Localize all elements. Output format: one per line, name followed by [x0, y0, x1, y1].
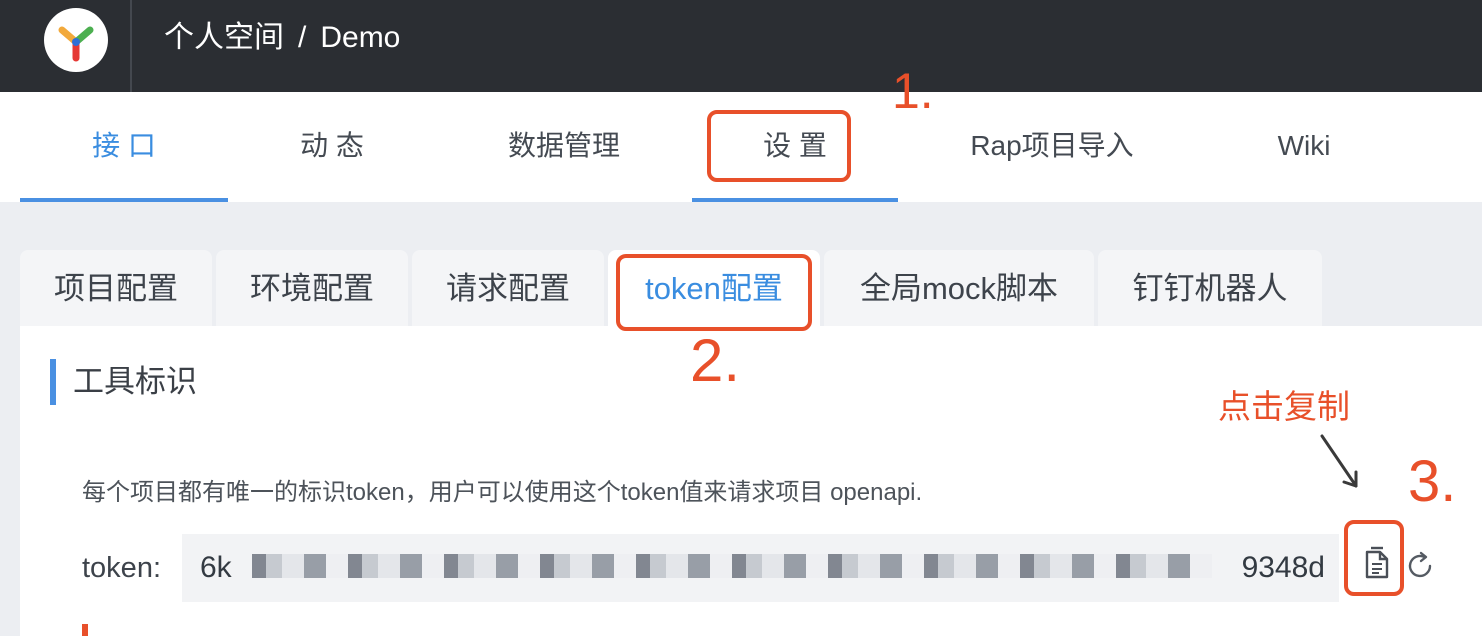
- token-value-start: 6k: [200, 551, 232, 584]
- section-title: 工具标识: [73, 364, 197, 399]
- tab-data-management[interactable]: 数据管理: [460, 92, 668, 202]
- token-description: 每个项目都有唯一的标识token，用户可以使用这个token值来请求项目 ope…: [82, 479, 923, 506]
- annotation-step-1: 1.: [892, 63, 934, 119]
- tab-interface[interactable]: 接 口: [20, 92, 228, 202]
- annotation-box-settings: [707, 110, 851, 182]
- annotation-arrow: [1320, 434, 1358, 488]
- token-value-field[interactable]: 6k 9348d: [182, 534, 1339, 602]
- annotation-step-2: 2.: [690, 327, 741, 394]
- app-logo[interactable]: [44, 8, 108, 72]
- annotation-copy-hint: 点击复制: [1218, 388, 1350, 425]
- annotation-step-3: 3.: [1408, 449, 1457, 514]
- token-value-end: 9348d: [1241, 551, 1325, 584]
- breadcrumb-personal-space[interactable]: 个人空间: [164, 21, 284, 54]
- logo-y-icon: [58, 26, 94, 62]
- annotation-box-copy: [1344, 520, 1404, 596]
- section-accent-bar: [50, 359, 56, 405]
- tab-wiki[interactable]: Wiki: [1200, 92, 1408, 202]
- annotation-mark: [82, 624, 88, 636]
- refresh-icon[interactable]: [1404, 550, 1436, 582]
- subtab-env-config[interactable]: 环境配置: [216, 250, 408, 326]
- settings-tab-underline: [692, 198, 898, 202]
- subtab-project-config[interactable]: 项目配置: [20, 250, 212, 326]
- breadcrumb: 个人空间 / Demo: [164, 18, 400, 58]
- tab-rap-import[interactable]: Rap项目导入: [930, 92, 1174, 202]
- breadcrumb-separator: /: [298, 21, 307, 54]
- active-tab-underline: [20, 198, 228, 202]
- subtab-request-config[interactable]: 请求配置: [412, 250, 604, 326]
- token-config-panel: 工具标识 每个项目都有唯一的标识token，用户可以使用这个token值来请求项…: [20, 326, 1482, 636]
- topbar-divider: [130, 0, 132, 92]
- subtab-dingtalk-robot[interactable]: 钉钉机器人: [1098, 250, 1322, 326]
- token-blurred-section: [252, 554, 1212, 578]
- top-bar: 个人空间 / Demo: [0, 0, 1482, 92]
- token-label: token:: [82, 552, 161, 584]
- breadcrumb-project[interactable]: Demo: [320, 21, 400, 54]
- annotation-box-token-config: [616, 254, 812, 331]
- subtab-global-mock-script[interactable]: 全局mock脚本: [824, 250, 1094, 326]
- tab-activity[interactable]: 动 态: [228, 92, 436, 202]
